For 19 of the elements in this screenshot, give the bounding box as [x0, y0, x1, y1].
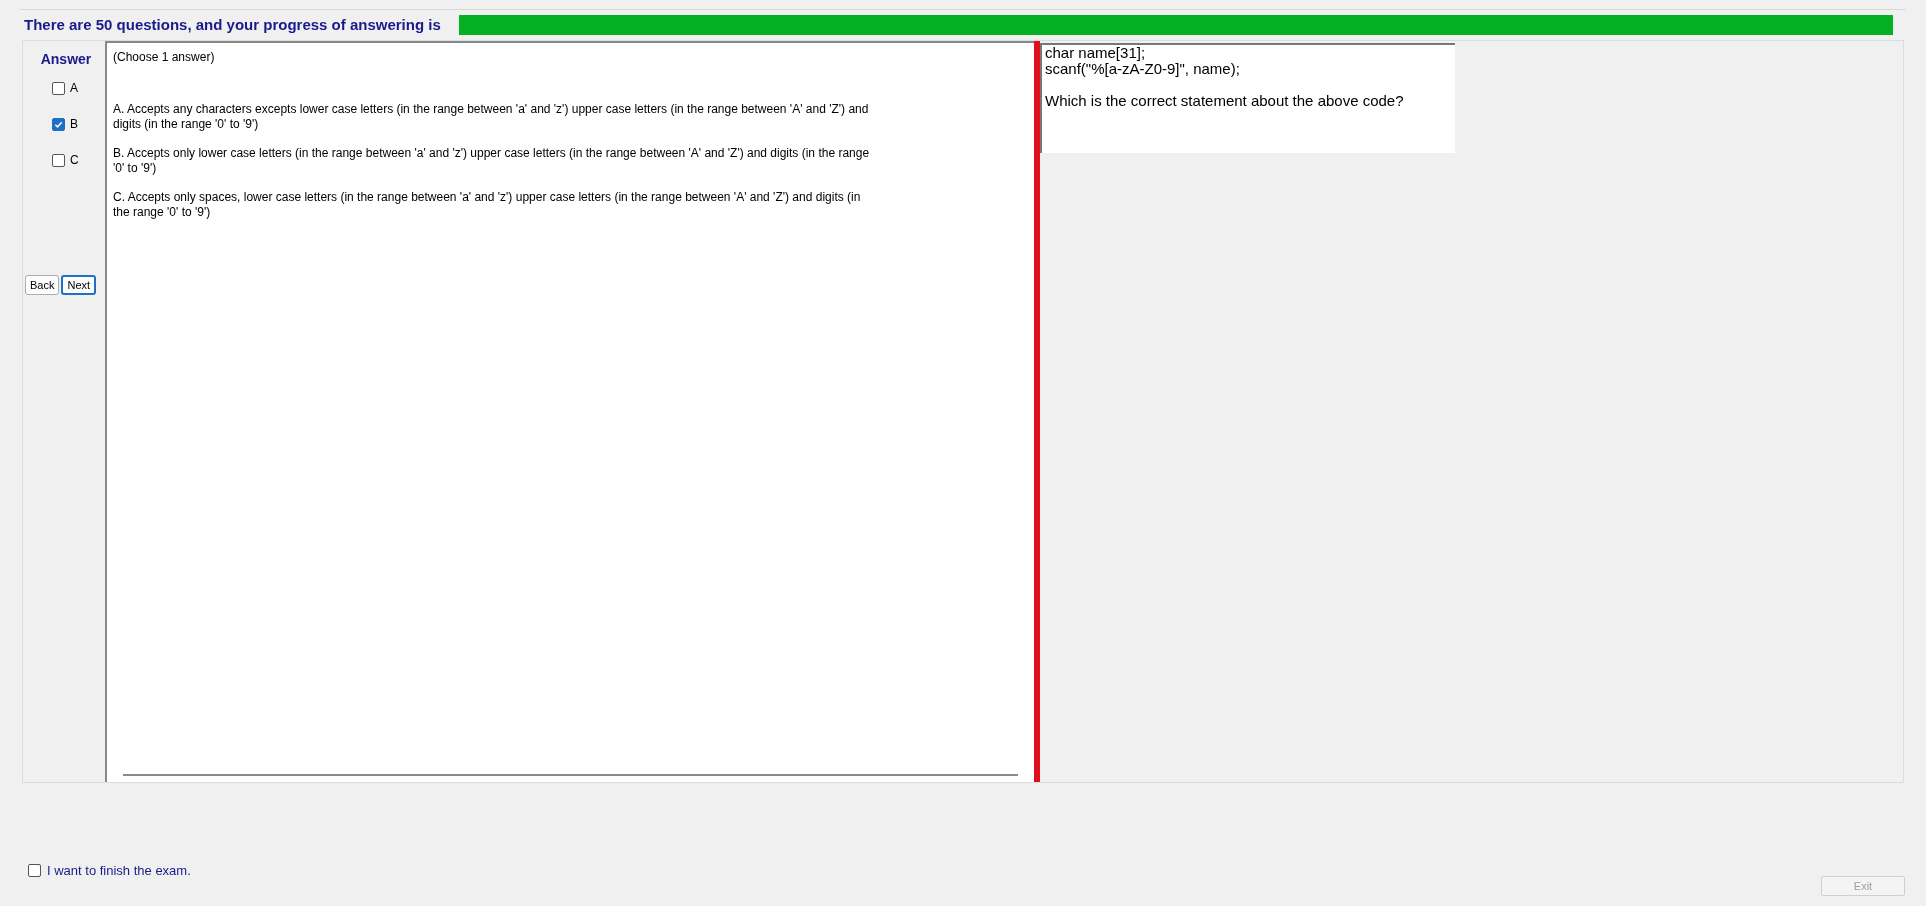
code-line: char name[31]; — [1045, 45, 1147, 61]
answer-checkbox[interactable] — [52, 153, 65, 167]
finish-checkbox[interactable] — [28, 863, 41, 877]
option-label: B — [70, 116, 78, 133]
option-label: A — [70, 80, 78, 97]
nav-button[interactable]: Back — [25, 275, 60, 295]
nav-button[interactable]: Next — [61, 275, 97, 295]
code-line: scanf("%[a-zA-Z0-9]", name); — [1045, 61, 1241, 77]
answer-checkbox[interactable] — [52, 81, 65, 95]
question-text: Which is the correct statement about the above code? — [1045, 93, 1405, 109]
option-label: C — [70, 152, 79, 169]
answer-heading: Answer — [40, 50, 92, 69]
finish-label: I want to finish the exam. — [47, 861, 191, 880]
choice-text: C. Accepts only spaces, lower case letters (in the range between 'a' and 'z') upper case letters (in the range between 'A' and 'Z') and digits (in the range '0' to '9') — [113, 190, 862, 220]
instruction-text: (Choose 1 answer) — [113, 49, 216, 66]
choice-text: A. Accepts any characters excepts lower case letters (in the range between 'a' and 'z') upper case letters (in the range between 'A' and 'Z') and digits (in the range '0' to '9') — [113, 102, 870, 132]
progress-label: There are 50 questions, and your progress of answering is — [24, 14, 441, 35]
choice-text: B. Accepts only lower case letters (in the range between 'a' and 'z') upper case letters (in the range between 'A' and 'Z') and digits (in the range '0' to '9') — [113, 146, 871, 176]
answer-checkbox[interactable] — [52, 117, 65, 131]
